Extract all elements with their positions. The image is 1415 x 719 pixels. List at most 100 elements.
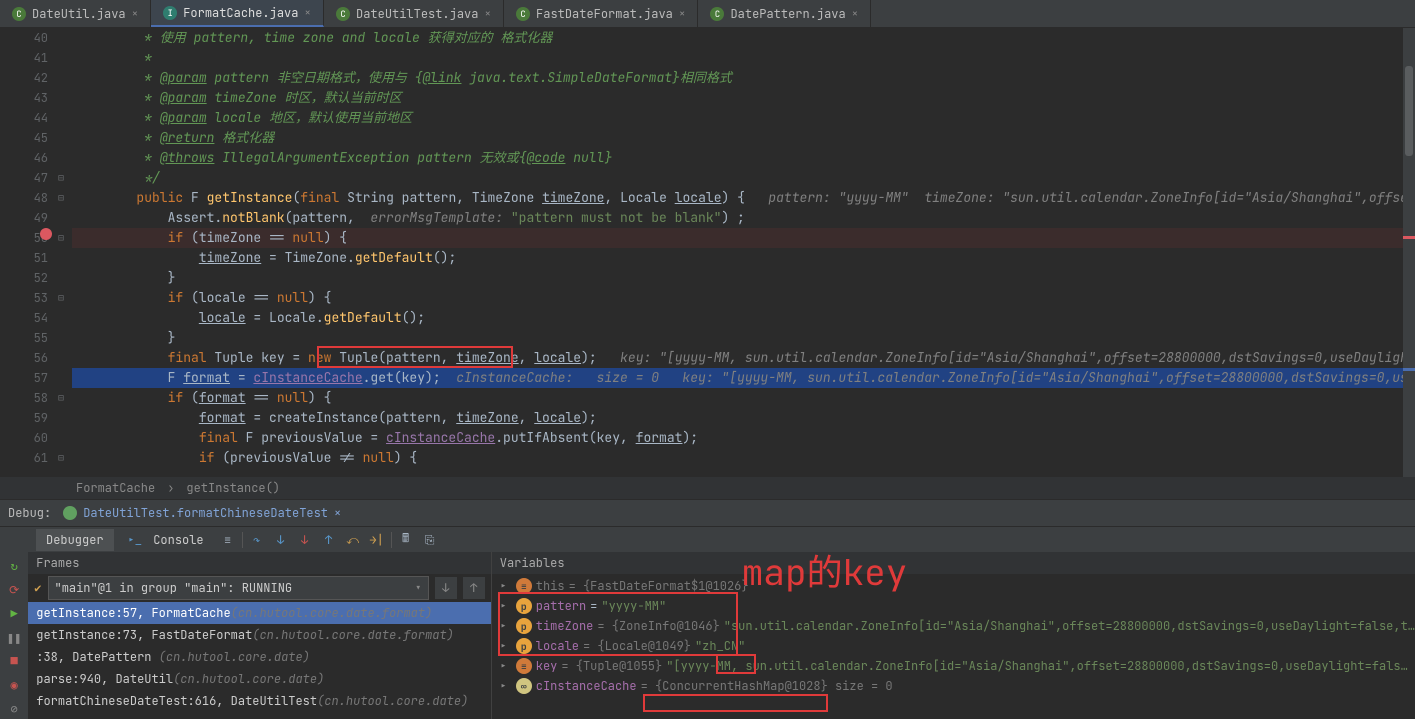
code-line[interactable]: } [72,328,1415,348]
prev-frame-icon[interactable]: ↓ [435,577,457,599]
line-number[interactable]: 57 [0,368,48,388]
crumb-method[interactable]: getInstance() [186,480,280,496]
code-line[interactable]: Assert.notBlank(pattern, errorMsgTemplat… [72,208,1415,228]
line-number[interactable]: 46 [0,148,48,168]
stack-frame[interactable]: :38, DatePattern (cn.hutool.core.date) [28,646,491,668]
crumb-class[interactable]: FormatCache [76,480,155,496]
line-number[interactable]: 60 [0,428,48,448]
variable-row[interactable]: ▸ptimeZone = {ZoneInfo@1046} "sun.util.c… [492,616,1415,636]
view-breakpoints-icon[interactable]: ◉ [3,675,25,695]
expand-icon[interactable]: ▸ [500,658,512,674]
code-line[interactable]: final Tuple key = new Tuple(pattern, tim… [72,348,1415,368]
editor-tab[interactable]: CFastDateFormat.java× [504,0,698,27]
step-into-icon[interactable]: ↓ [271,530,291,550]
line-number[interactable]: 49 [0,208,48,228]
breakpoint-icon[interactable] [40,228,52,240]
close-icon[interactable]: × [679,7,686,21]
stack-frame[interactable]: getInstance:57, FormatCache (cn.hutool.c… [28,602,491,624]
editor-tab[interactable]: CDateUtil.java× [0,0,151,27]
variable-row[interactable]: ▸ppattern = "yyyy-MM" [492,596,1415,616]
code-line[interactable]: final F previousValue = cInstanceCache.p… [72,428,1415,448]
resume-icon[interactable]: ▶ [3,604,25,624]
step-out-icon[interactable]: ↑ [319,530,339,550]
expand-icon[interactable]: ▸ [500,618,512,634]
fold-handle[interactable] [58,168,72,188]
stack-frame[interactable]: getInstance:73, FastDateFormat (cn.hutoo… [28,624,491,646]
drop-frame-icon[interactable]: ⤺ [343,530,363,550]
line-number[interactable]: 58 [0,388,48,408]
force-step-into-icon[interactable]: ↓ [295,530,315,550]
code-line[interactable]: * @return 格式化器 [72,128,1415,148]
variable-row[interactable]: ▸≡this = {FastDateFormat$1@1026} [492,576,1415,596]
line-number[interactable]: 42 [0,68,48,88]
line-number[interactable]: 51 [0,248,48,268]
close-icon[interactable]: × [852,7,859,21]
expand-icon[interactable]: ▸ [500,598,512,614]
code-line[interactable]: * @param pattern 非空日期格式，使用与 {@link java.… [72,68,1415,88]
fold-handle[interactable] [58,228,72,248]
line-number[interactable]: 55 [0,328,48,348]
fold-handle[interactable] [58,448,72,468]
close-icon[interactable]: × [132,7,139,21]
code-line[interactable]: if (previousValue != null) { [72,448,1415,468]
trace-icon[interactable]: ⎘ [420,530,440,550]
code-line[interactable]: * @throws IllegalArgumentException patte… [72,148,1415,168]
threads-icon[interactable]: ≡ [218,530,238,550]
code-line[interactable]: * @param locale 地区，默认使用当前地区 [72,108,1415,128]
line-number[interactable]: 48 [0,188,48,208]
editor-tab[interactable]: IFormatCache.java× [151,0,324,27]
editor-scrollbar[interactable] [1403,28,1415,477]
line-number[interactable]: 47 [0,168,48,188]
code-line[interactable]: if (locale == null) { [72,288,1415,308]
line-number[interactable]: 41 [0,48,48,68]
editor-tab[interactable]: CDatePattern.java× [698,0,871,27]
console-tab[interactable]: ▸_ Console [118,529,214,551]
line-number[interactable]: 59 [0,408,48,428]
stop-icon[interactable]: ■ [3,651,25,671]
line-number[interactable]: 45 [0,128,48,148]
line-number[interactable]: 61 [0,448,48,468]
run-to-cursor-icon[interactable]: →| [367,530,387,550]
code-line[interactable]: F format = cInstanceCache.get(key); cIns… [72,368,1415,388]
stack-frame[interactable]: formatChineseDateTest:616, DateUtilTest … [28,690,491,712]
fold-handle[interactable] [58,288,72,308]
code-line[interactable]: if (timeZone == null) { [72,228,1415,248]
code-line[interactable]: * [72,48,1415,68]
code-line[interactable]: locale = Locale.getDefault(); [72,308,1415,328]
line-number[interactable]: 44 [0,108,48,128]
code-line[interactable]: */ [72,168,1415,188]
close-icon[interactable]: × [304,6,311,20]
fold-handle[interactable] [58,388,72,408]
debugger-tab[interactable]: Debugger [36,529,114,551]
line-number[interactable]: 50 [0,228,48,248]
update-icon[interactable]: ⟳ [3,580,25,600]
evaluate-icon[interactable]: 🖩 [396,530,416,550]
breadcrumbs[interactable]: FormatCache › getInstance() [0,477,1415,499]
expand-icon[interactable]: ▸ [500,678,512,694]
code-line[interactable]: format = createInstance(pattern, timeZon… [72,408,1415,428]
line-number[interactable]: 53 [0,288,48,308]
code-area[interactable]: * 使用 pattern, time zone and locale 获得对应的… [72,28,1415,477]
code-line[interactable]: public F getInstance(final String patter… [72,188,1415,208]
pause-icon[interactable]: ❚❚ [3,628,25,648]
frame-list[interactable]: getInstance:57, FormatCache (cn.hutool.c… [28,602,491,719]
expand-icon[interactable]: ▸ [500,638,512,654]
editor-tab[interactable]: CDateUtilTest.java× [324,0,504,27]
next-frame-icon[interactable]: ↑ [463,577,485,599]
expand-icon[interactable]: ▸ [500,578,512,594]
line-number[interactable]: 54 [0,308,48,328]
close-icon[interactable]: × [484,7,491,21]
code-line[interactable]: timeZone = TimeZone.getDefault(); [72,248,1415,268]
line-number[interactable]: 52 [0,268,48,288]
code-line[interactable]: } [72,268,1415,288]
code-line[interactable]: * @param timeZone 时区，默认当前时区 [72,88,1415,108]
line-number[interactable]: 40 [0,28,48,48]
stack-frame[interactable]: parse:940, DateUtil (cn.hutool.core.date… [28,668,491,690]
line-number[interactable]: 56 [0,348,48,368]
thread-dropdown[interactable]: "main"@1 in group "main": RUNNING ▾ [48,576,429,600]
close-icon[interactable]: × [334,505,341,521]
line-number[interactable]: 43 [0,88,48,108]
rerun-icon[interactable]: ↻ [3,556,25,576]
code-line[interactable]: * 使用 pattern, time zone and locale 获得对应的… [72,28,1415,48]
variable-row[interactable]: ▸∞cInstanceCache = {ConcurrentHashMap@10… [492,676,1415,696]
